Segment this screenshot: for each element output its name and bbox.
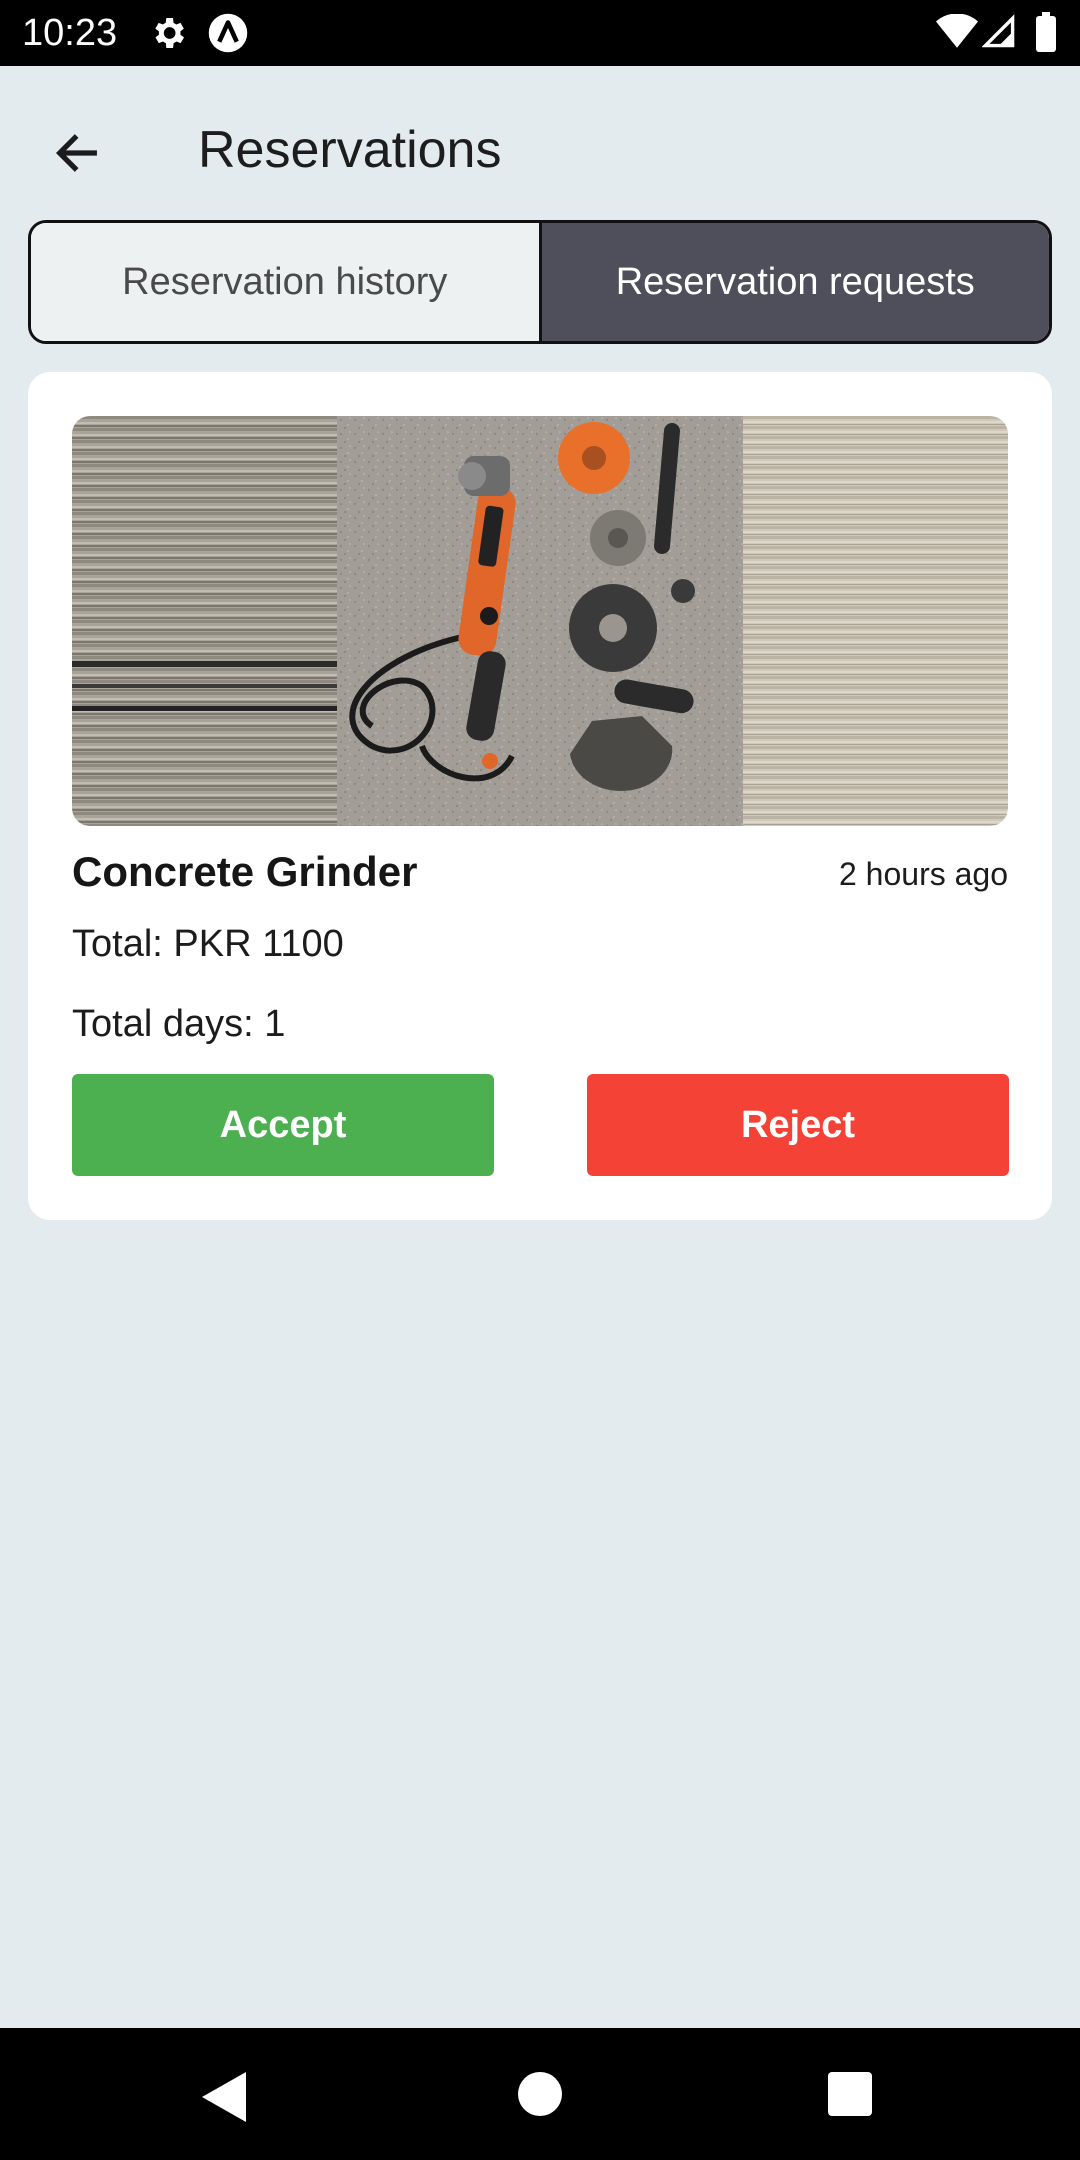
tab-reservation-history[interactable]: Reservation history xyxy=(31,223,542,341)
status-bar: 10:23 xyxy=(0,0,1080,66)
arrow-left-icon xyxy=(55,134,97,172)
page-title: Reservations xyxy=(198,121,502,179)
item-image xyxy=(72,416,1008,826)
item-name: Concrete Grinder xyxy=(72,848,418,895)
back-triangle-icon[interactable] xyxy=(202,2072,246,2122)
recents-square-icon[interactable] xyxy=(828,2072,872,2116)
app-bar: Reservations xyxy=(0,66,1080,226)
reservation-time: 2 hours ago xyxy=(838,856,1008,892)
accept-button[interactable]: Accept xyxy=(72,1074,494,1176)
back-button[interactable] xyxy=(40,116,114,190)
reservation-tabs: Reservation history Reservation requests xyxy=(28,220,1052,344)
gear-icon xyxy=(155,18,184,48)
signal-icon xyxy=(982,14,1015,48)
tab-reservation-requests[interactable]: Reservation requests xyxy=(541,223,1049,341)
reservation-total: Total: PKR 1100 xyxy=(72,923,344,965)
wifi-icon xyxy=(936,14,978,48)
reservation-days: Total days: 1 xyxy=(72,1003,286,1045)
status-time: 10:23 xyxy=(22,12,118,54)
reject-button[interactable]: Reject xyxy=(587,1074,1009,1176)
a-logo-icon xyxy=(208,13,248,53)
concrete-grinder-photo xyxy=(72,416,1008,826)
reservation-card: Concrete Grinder 2 hours ago Total: PKR … xyxy=(28,372,1052,1220)
home-circle-icon[interactable] xyxy=(518,2072,562,2116)
battery-icon xyxy=(1036,12,1056,52)
system-nav-bar xyxy=(0,2028,1080,2160)
